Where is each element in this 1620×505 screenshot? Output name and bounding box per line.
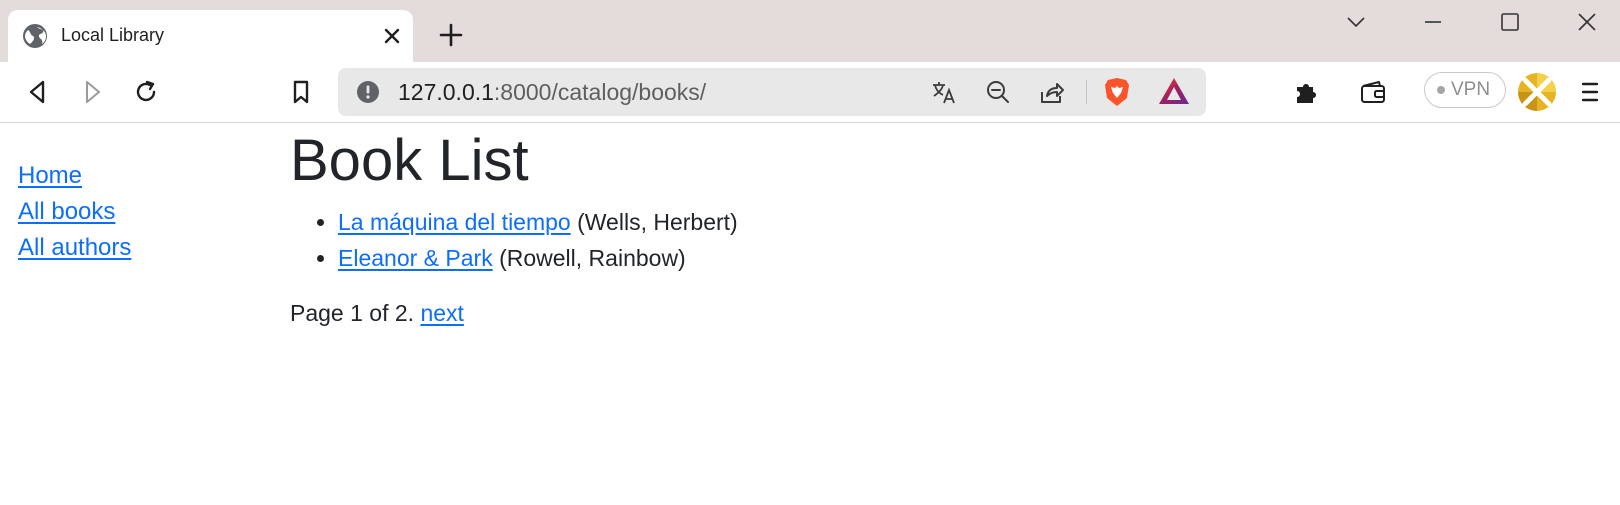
site-info-icon[interactable]: [356, 80, 380, 104]
chevron-down-icon[interactable]: [1344, 10, 1368, 34]
address-bar[interactable]: 127.0.0.1:8000/catalog/books/: [338, 68, 1206, 116]
zoom-out-icon[interactable]: [984, 78, 1012, 106]
globe-icon: [22, 23, 48, 49]
page-title: Book List: [290, 128, 529, 193]
vpn-status-dot: [1437, 86, 1445, 94]
reload-icon[interactable]: [132, 78, 160, 106]
book-title-link[interactable]: Eleanor & Park: [338, 245, 493, 271]
vpn-label: VPN: [1451, 79, 1491, 100]
browser-toolbar: 127.0.0.1:8000/catalog/books/ VPN: [0, 62, 1620, 123]
home-link[interactable]: Home: [18, 162, 82, 189]
sidebar-nav: Home All books All authors: [18, 158, 258, 266]
book-author: (Wells, Herbert): [577, 209, 738, 235]
brave-rewards-icon[interactable]: [1158, 76, 1190, 106]
tab-title: Local Library: [61, 25, 165, 45]
wallet-icon[interactable]: [1359, 78, 1387, 106]
share-icon[interactable]: [1038, 78, 1066, 106]
bookmark-icon[interactable]: [287, 78, 315, 106]
maximize-icon[interactable]: [1498, 10, 1522, 34]
address-url[interactable]: 127.0.0.1:8000/catalog/books/: [398, 79, 706, 106]
address-bar-divider: [1086, 80, 1087, 104]
brave-shields-icon[interactable]: [1102, 76, 1132, 108]
page-content: Home All books All authors Book List La …: [0, 124, 1620, 505]
url-host: 127.0.0.1: [398, 79, 494, 105]
close-tab-icon[interactable]: [382, 26, 402, 46]
book-title-link[interactable]: La máquina del tiempo: [338, 209, 571, 235]
page-indicator: Page 1 of 2.: [290, 300, 415, 326]
forward-icon[interactable]: [78, 78, 106, 106]
sidebar-item-all-authors: All authors: [18, 230, 258, 266]
next-page-link[interactable]: next: [420, 300, 463, 326]
pagination: Page 1 of 2. next: [290, 300, 464, 327]
book-list-item: La máquina del tiempo (Wells, Herbert): [338, 204, 738, 240]
book-list: La máquina del tiempo (Wells, Herbert) E…: [290, 204, 738, 276]
all-authors-link[interactable]: All authors: [18, 234, 131, 261]
tab-local-library[interactable]: Local Library: [8, 10, 413, 62]
minimize-icon[interactable]: [1421, 10, 1445, 34]
all-books-link[interactable]: All books: [18, 198, 115, 225]
extensions-icon[interactable]: [1292, 78, 1320, 106]
sidebar-item-all-books: All books: [18, 194, 258, 230]
vpn-button[interactable]: VPN: [1424, 72, 1506, 108]
book-list-item: Eleanor & Park (Rowell, Rainbow): [338, 240, 738, 276]
url-path: :8000/catalog/books/: [493, 79, 707, 105]
sidebar-item-home: Home: [18, 158, 258, 194]
close-window-icon[interactable]: [1575, 10, 1599, 34]
translate-icon[interactable]: [930, 78, 958, 106]
profile-avatar-icon[interactable]: [1516, 71, 1558, 113]
tab-strip: Local Library: [0, 0, 1620, 62]
book-author: (Rowell, Rainbow): [499, 245, 686, 271]
back-icon[interactable]: [24, 78, 52, 106]
menu-icon[interactable]: [1576, 78, 1604, 106]
new-tab-icon[interactable]: [438, 22, 464, 48]
